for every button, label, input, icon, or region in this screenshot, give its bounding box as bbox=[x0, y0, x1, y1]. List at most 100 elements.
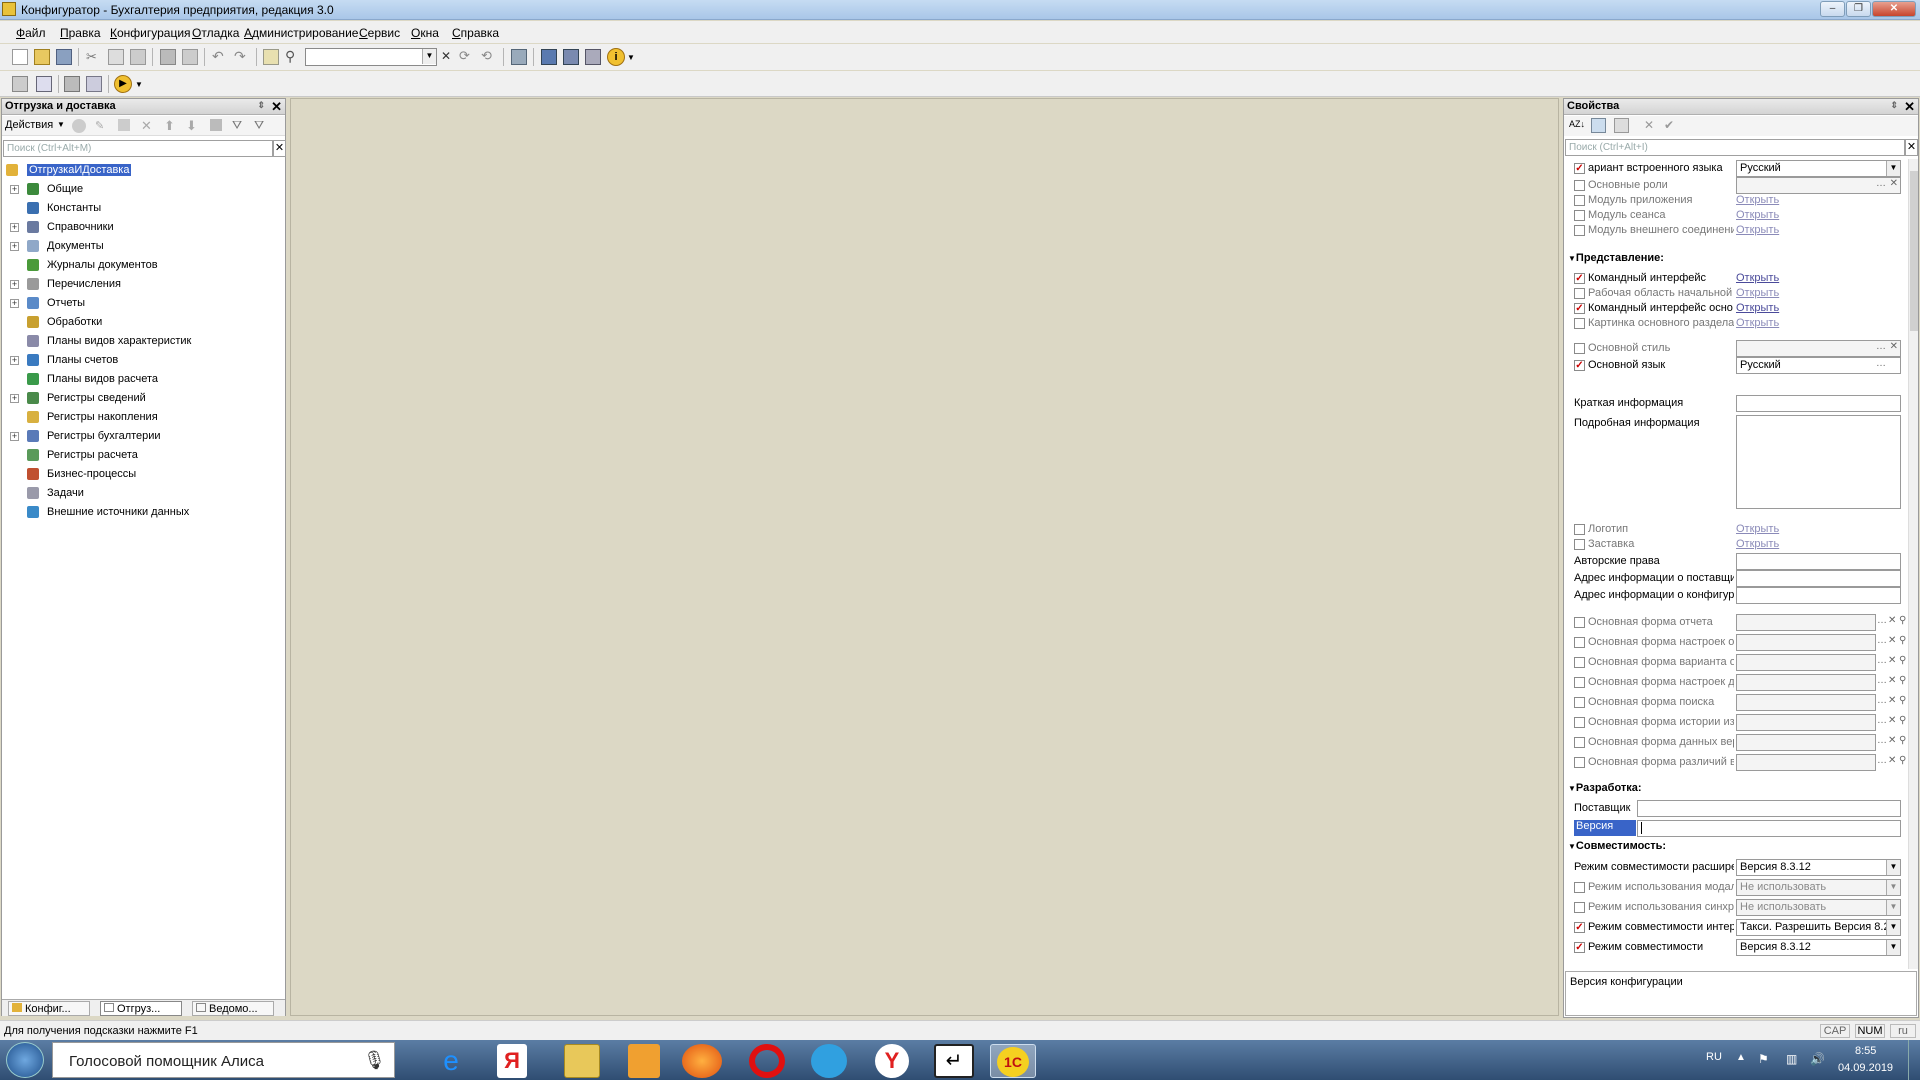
move-up-icon[interactable]: ⬆ bbox=[164, 118, 175, 134]
tree-item[interactable]: Внешние источники данных bbox=[2, 503, 285, 522]
section-compatibility[interactable]: ▼Совместимость: bbox=[1568, 840, 1666, 856]
clear-icon[interactable]: ✕ bbox=[1888, 615, 1896, 626]
select-dots-icon[interactable]: … bbox=[1876, 341, 1886, 352]
close-button[interactable]: ✕ bbox=[1872, 1, 1916, 17]
tree-item[interactable]: Регистры накопления bbox=[2, 408, 285, 427]
yandex-browser-icon[interactable]: Я bbox=[497, 1044, 527, 1078]
clear-icon[interactable]: ✕ bbox=[1890, 341, 1898, 352]
select-dots-icon[interactable]: … bbox=[1877, 735, 1887, 746]
clear-search-icon[interactable]: ✕ bbox=[441, 49, 457, 65]
tree-item[interactable]: + Справочники bbox=[2, 218, 285, 237]
filter-icon[interactable]: ⛛ bbox=[232, 118, 242, 133]
property-value[interactable]: … ✕ bbox=[1736, 340, 1901, 357]
search-combo[interactable]: ▼ bbox=[305, 48, 437, 66]
chevron-down-icon[interactable]: ▼ bbox=[1886, 161, 1900, 176]
open-link[interactable]: Открыть bbox=[1736, 224, 1779, 236]
version-field[interactable] bbox=[1637, 820, 1901, 837]
tree-item[interactable]: Константы bbox=[2, 199, 285, 218]
open-link[interactable]: Открыть bbox=[1736, 538, 1779, 550]
clear-filter-icon[interactable]: ⛛ bbox=[254, 118, 264, 133]
property-checkbox[interactable] bbox=[1574, 657, 1585, 668]
tree-item[interactable]: + Перечисления bbox=[2, 275, 285, 294]
search-icon[interactable]: ⚲ bbox=[1899, 655, 1906, 666]
detailed-info-field[interactable] bbox=[1736, 415, 1901, 509]
tree-item[interactable]: Планы видов расчета bbox=[2, 370, 285, 389]
brief-info-field[interactable] bbox=[1736, 395, 1901, 412]
flag-icon[interactable]: ⚑ bbox=[1758, 1052, 1769, 1066]
microphone-icon[interactable]: 🎙 bbox=[363, 1050, 386, 1071]
form-select-field[interactable] bbox=[1736, 674, 1876, 691]
property-checkbox[interactable] bbox=[1574, 737, 1585, 748]
property-checkbox[interactable] bbox=[1574, 210, 1585, 221]
search-icon[interactable]: ⚲ bbox=[1899, 755, 1906, 766]
tab-statement[interactable]: Ведомо... bbox=[192, 1001, 274, 1016]
redo-icon[interactable]: ↷ bbox=[234, 48, 250, 64]
expand-icon[interactable]: + bbox=[10, 394, 19, 403]
tree-item[interactable]: + Документы bbox=[2, 237, 285, 256]
property-checkbox[interactable] bbox=[1574, 882, 1585, 893]
form-select-field[interactable] bbox=[1736, 754, 1876, 771]
tab-config[interactable]: Конфиг... bbox=[8, 1001, 90, 1016]
select-dots-icon[interactable]: … bbox=[1876, 358, 1886, 369]
property-checkbox[interactable]: ✓ bbox=[1574, 922, 1585, 933]
chevron-down-icon[interactable]: ▼ bbox=[1886, 940, 1900, 955]
search-icon[interactable]: ⚲ bbox=[1899, 715, 1906, 726]
tray-lang[interactable]: RU bbox=[1706, 1051, 1722, 1063]
property-value[interactable]: Русский… bbox=[1736, 357, 1901, 374]
network-icon[interactable]: ▥ bbox=[1786, 1052, 1797, 1066]
form-select-field[interactable] bbox=[1736, 694, 1876, 711]
tree-item[interactable]: + Регистры сведений bbox=[2, 389, 285, 408]
clear-icon[interactable]: ✕ bbox=[1888, 695, 1896, 706]
property-value[interactable]: Версия 8.3.12 ▼ bbox=[1736, 939, 1901, 956]
property-checkbox[interactable] bbox=[1574, 225, 1585, 236]
menu-edit[interactable]: Правка bbox=[60, 26, 101, 40]
update-db-icon[interactable] bbox=[86, 76, 102, 92]
property-checkbox[interactable] bbox=[1574, 637, 1585, 648]
compare-icon[interactable] bbox=[36, 76, 52, 92]
menu-service[interactable]: Сервис bbox=[359, 26, 400, 40]
expand-icon[interactable]: + bbox=[10, 356, 19, 365]
chevron-down-icon[interactable]: ▼ bbox=[1886, 880, 1900, 895]
telegram-icon[interactable] bbox=[811, 1044, 847, 1078]
form-select-field[interactable] bbox=[1736, 734, 1876, 751]
menu-configuration[interactable]: Конфигурация bbox=[110, 26, 191, 40]
select-dots-icon[interactable]: … bbox=[1877, 655, 1887, 666]
add-icon[interactable] bbox=[72, 119, 86, 133]
clear-search-icon[interactable]: ✕ bbox=[273, 140, 286, 157]
select-dots-icon[interactable]: … bbox=[1877, 615, 1887, 626]
delete-icon[interactable]: ✕ bbox=[141, 118, 152, 134]
clock-time[interactable]: 8:55 bbox=[1855, 1045, 1876, 1057]
templates-icon[interactable] bbox=[563, 49, 579, 65]
media-player-icon[interactable] bbox=[628, 1044, 660, 1078]
copy-icon[interactable] bbox=[108, 49, 124, 65]
property-checkbox[interactable]: ✓ bbox=[1574, 163, 1585, 174]
property-checkbox[interactable] bbox=[1574, 717, 1585, 728]
search-icon[interactable]: ⚲ bbox=[1899, 635, 1906, 646]
property-checkbox[interactable]: ✓ bbox=[1574, 303, 1585, 314]
pin-icon[interactable]: ⇕ bbox=[257, 100, 265, 111]
tree-item[interactable]: + Отчеты bbox=[2, 294, 285, 313]
select-dots-icon[interactable]: … bbox=[1877, 635, 1887, 646]
clear-icon[interactable]: ✕ bbox=[1890, 178, 1898, 189]
scrollbar[interactable] bbox=[1908, 159, 1918, 969]
expand-icon[interactable]: + bbox=[10, 280, 19, 289]
select-dots-icon[interactable]: … bbox=[1877, 755, 1887, 766]
apply-icon[interactable]: ✔ bbox=[1664, 118, 1674, 132]
close-icon[interactable]: ✕ bbox=[1904, 99, 1915, 115]
close-icon[interactable]: ✕ bbox=[271, 99, 282, 115]
new-icon[interactable] bbox=[12, 49, 28, 65]
ie-icon[interactable]: e bbox=[425, 1044, 477, 1078]
clear-icon[interactable]: ✕ bbox=[1888, 675, 1896, 686]
chevron-down-icon[interactable]: ▼ bbox=[1886, 900, 1900, 915]
opera-icon[interactable] bbox=[749, 1044, 785, 1078]
property-text-field[interactable] bbox=[1736, 570, 1901, 587]
property-value[interactable]: Версия 8.3.12 ▼ bbox=[1736, 859, 1901, 876]
clear-icon[interactable]: ✕ bbox=[1888, 715, 1896, 726]
property-checkbox[interactable]: ✓ bbox=[1574, 942, 1585, 953]
chevron-down-icon[interactable]: ▼ bbox=[57, 120, 65, 129]
tree-item[interactable]: + Общие bbox=[2, 180, 285, 199]
maximize-button[interactable]: ❐ bbox=[1846, 1, 1871, 17]
edit-icon[interactable]: ✎ bbox=[95, 119, 104, 132]
property-checkbox[interactable] bbox=[1574, 617, 1585, 628]
property-text-field[interactable] bbox=[1736, 587, 1901, 604]
